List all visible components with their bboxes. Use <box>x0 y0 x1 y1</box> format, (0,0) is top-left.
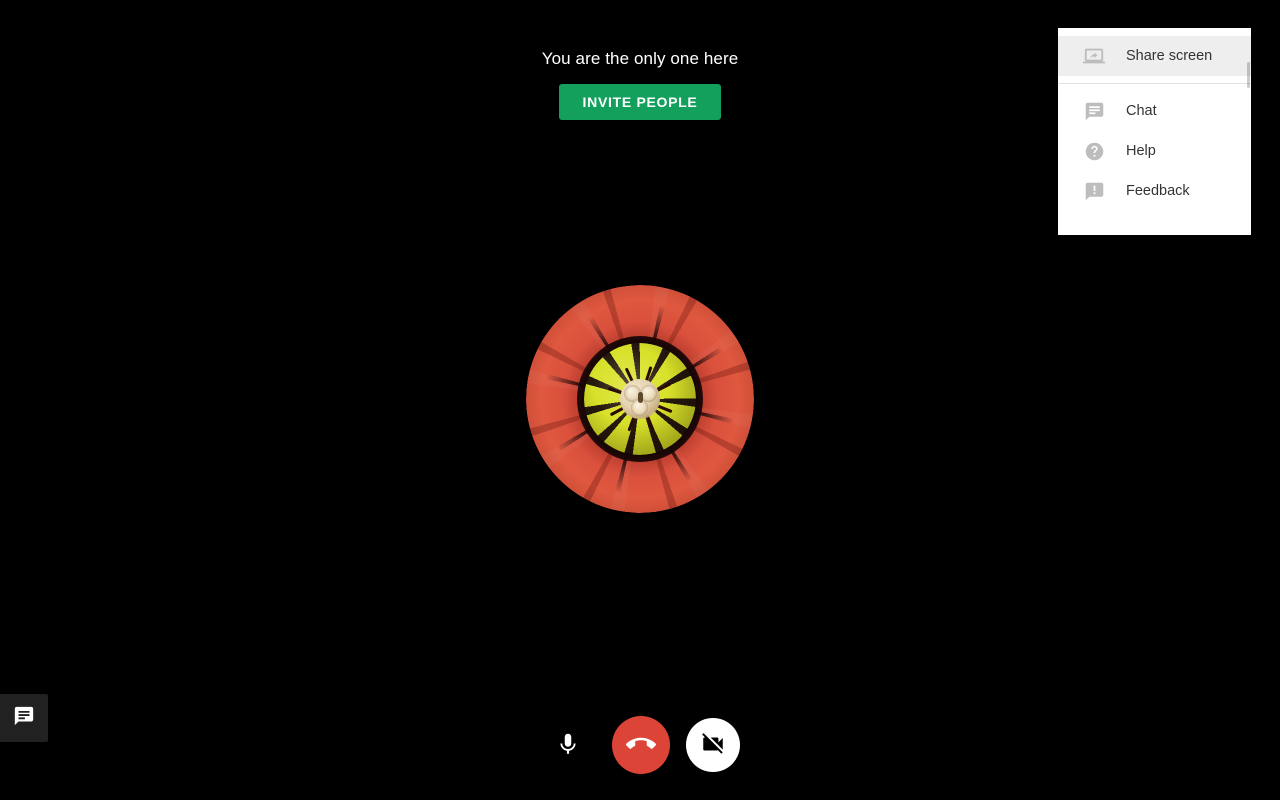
screen-share-icon <box>1082 44 1106 68</box>
menu-scrollbar[interactable] <box>1247 62 1250 88</box>
help-icon <box>1082 139 1106 163</box>
chat-icon <box>1082 99 1106 123</box>
menu-item-label: Help <box>1126 143 1156 159</box>
camera-toggle-button[interactable] <box>686 718 740 772</box>
overflow-menu: Share screen Chat Help Feedback <box>1058 28 1251 235</box>
call-controls <box>0 690 1280 800</box>
menu-item-label: Share screen <box>1126 48 1213 64</box>
feedback-icon <box>1082 179 1106 203</box>
microphone-icon <box>555 731 581 760</box>
avatar-image <box>526 285 754 513</box>
video-call-screen: You are the only one here INVITE PEOPLE <box>0 0 1280 800</box>
chat-icon <box>13 705 35 732</box>
menu-item-share-screen[interactable]: Share screen <box>1058 36 1251 76</box>
avatar <box>526 285 754 513</box>
menu-item-feedback[interactable]: Feedback <box>1058 171 1251 211</box>
flower-stigma-center <box>638 392 643 403</box>
microphone-toggle-button[interactable] <box>540 717 596 773</box>
videocam-off-icon <box>700 731 726 760</box>
flower-stigma <box>620 379 660 419</box>
chat-tab-button[interactable] <box>0 694 48 742</box>
menu-divider <box>1058 83 1251 84</box>
menu-item-label: Feedback <box>1126 183 1190 199</box>
menu-item-label: Chat <box>1126 103 1157 119</box>
menu-item-chat[interactable]: Chat <box>1058 91 1251 131</box>
call-end-icon <box>626 729 656 762</box>
menu-item-help[interactable]: Help <box>1058 131 1251 171</box>
invite-people-button[interactable]: INVITE PEOPLE <box>558 84 722 120</box>
end-call-button[interactable] <box>612 716 670 774</box>
